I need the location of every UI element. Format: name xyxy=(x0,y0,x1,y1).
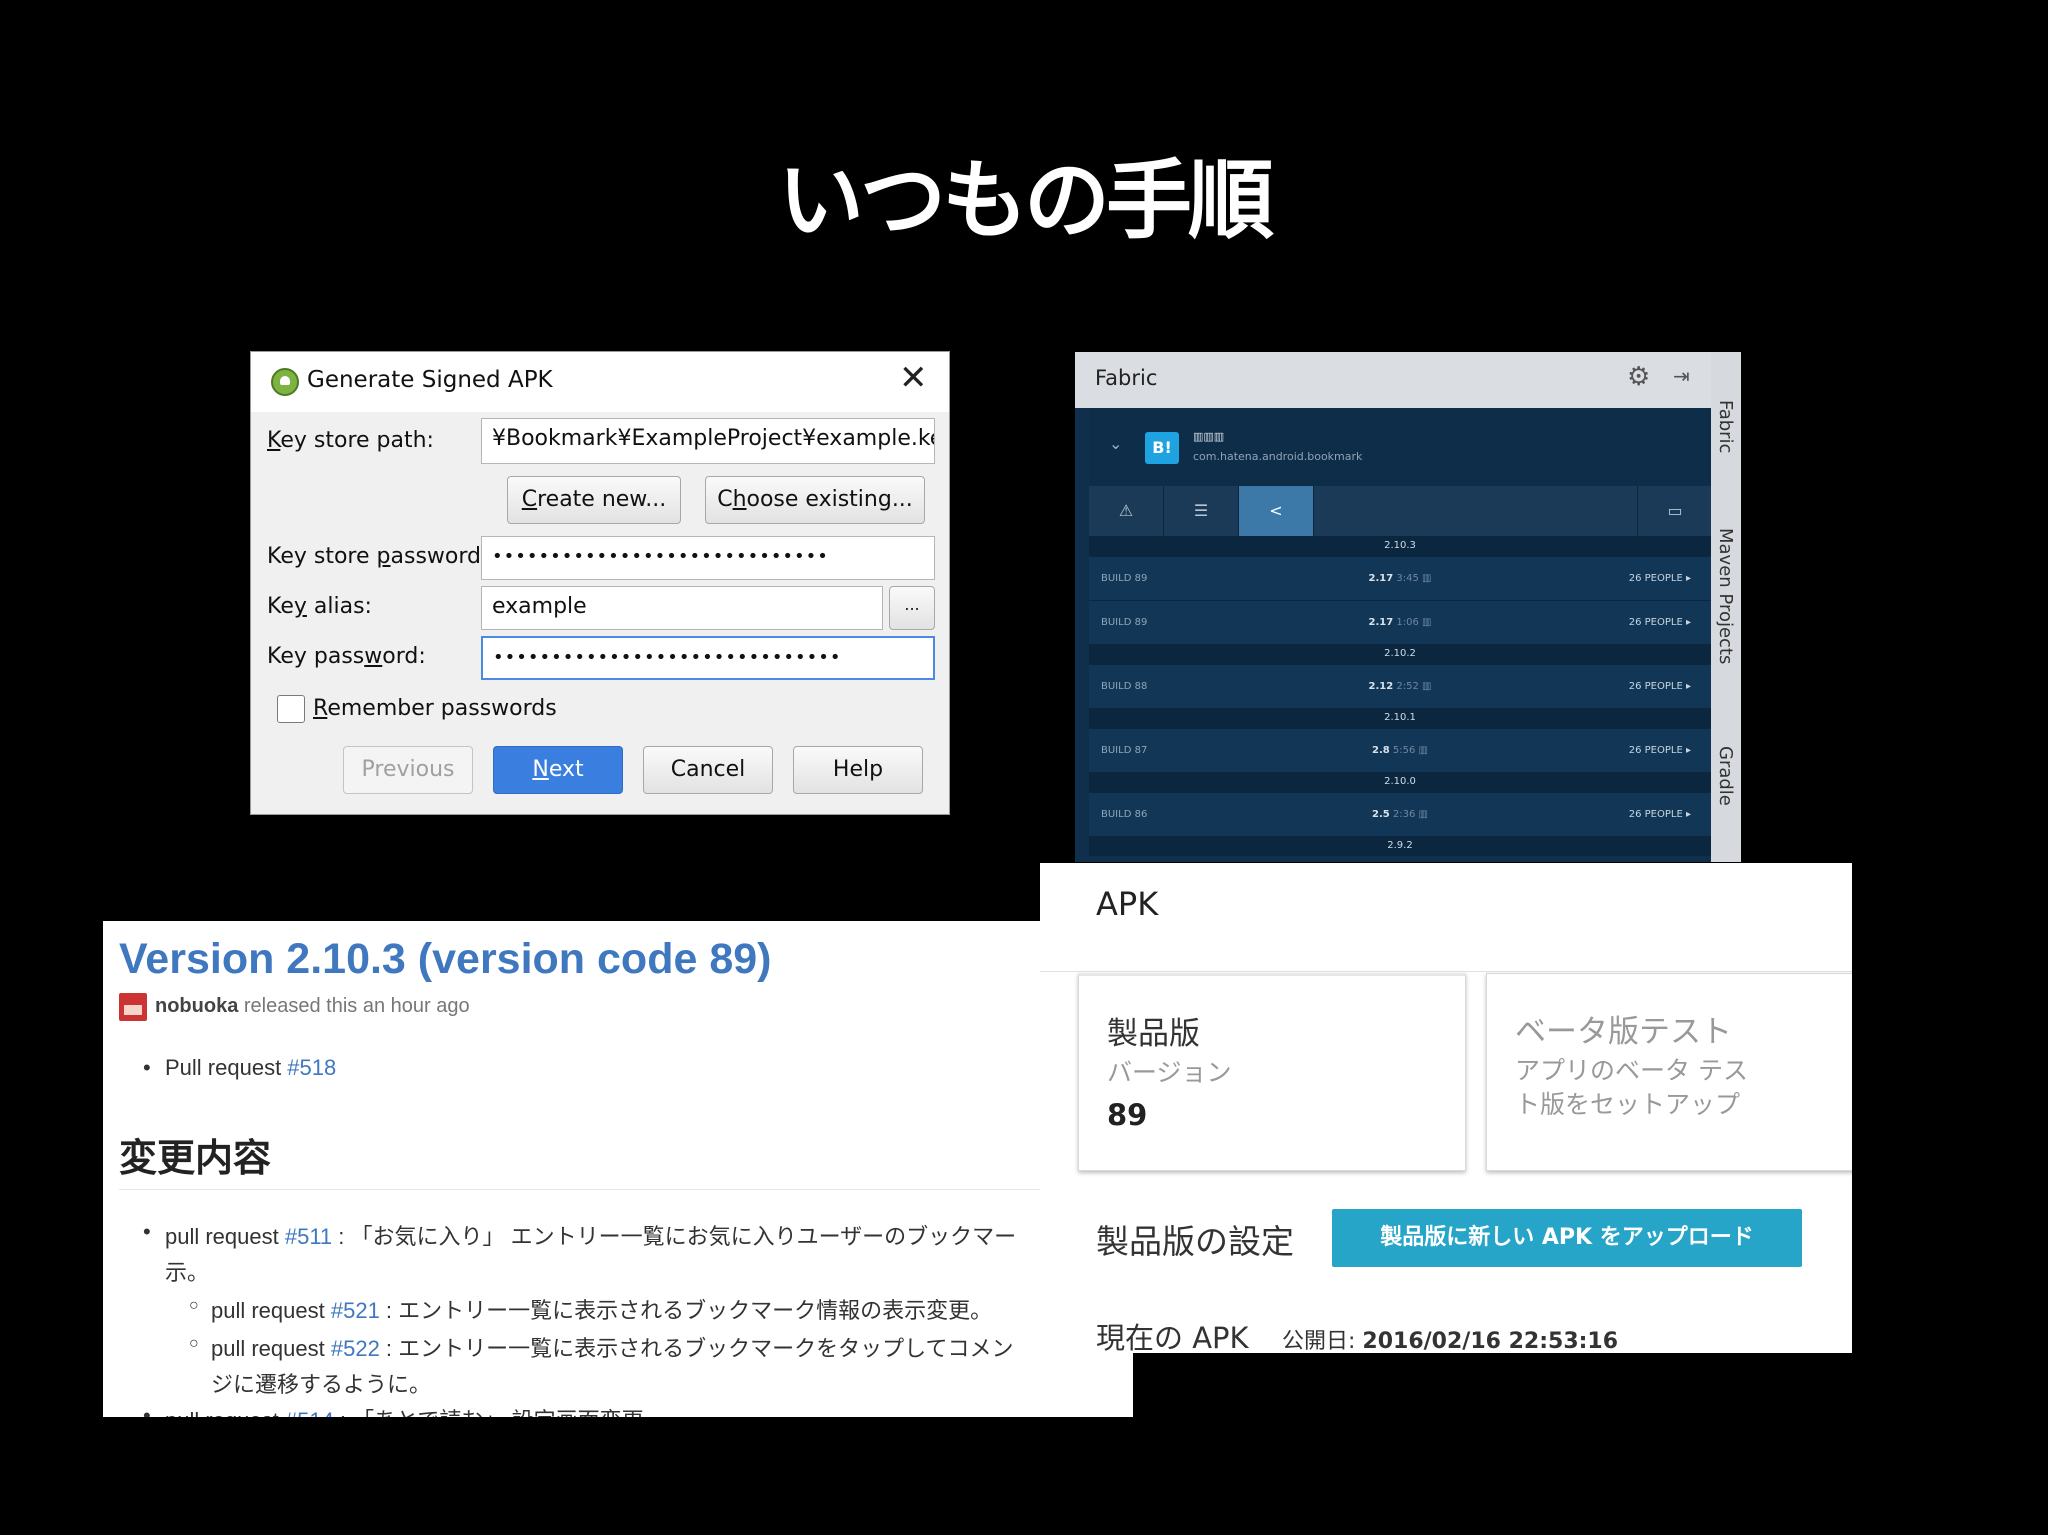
version-section-header: 2.9.2 xyxy=(1089,836,1711,856)
warning-icon[interactable]: ⚠ xyxy=(1089,486,1164,536)
dialog-title: Generate Signed APK xyxy=(307,367,553,393)
fabric-app-row[interactable]: ⌄ B! ▥▥▥ com.hatena.android.bookmark xyxy=(1089,408,1711,486)
production-settings-title: 製品版の設定 xyxy=(1096,1222,1294,1261)
sidebar-tab-fabric[interactable]: Fabric xyxy=(1715,400,1736,453)
key-alias-label: Key alias: xyxy=(267,594,372,619)
pr-link[interactable]: #521 xyxy=(331,1298,380,1323)
beta-test-card[interactable]: ベータ版テスト アプリのベータ テス ト版をセットアップ xyxy=(1486,973,1852,1171)
upload-apk-button[interactable]: 製品版に新しい APK をアップロード xyxy=(1332,1209,1802,1267)
list-item: pull request #521 : エントリー一覧に表示されるブックマーク情… xyxy=(211,1298,993,1323)
dialog-titlebar: Generate Signed APK ✕ xyxy=(251,352,949,412)
apk-section-title: APK xyxy=(1096,885,1159,923)
hide-panel-icon[interactable]: ⇥ xyxy=(1673,364,1690,388)
generate-signed-apk-dialog: Generate Signed APK ✕ Key store path: ¥B… xyxy=(250,351,950,815)
avatar[interactable] xyxy=(119,993,147,1021)
key-password-field[interactable]: •••••••••••••••••••••••••••••• xyxy=(481,636,935,680)
sub-bullet: ○ xyxy=(189,1335,199,1352)
build-row[interactable]: BUILD 89 2.17 3:45 ▥ 26 PEOPLE ▸ xyxy=(1089,556,1711,601)
pr-link[interactable]: #522 xyxy=(331,1336,380,1361)
bullet: • xyxy=(143,1055,151,1080)
build-row[interactable]: BUILD 88 2.12 2:52 ▥ 26 PEOPLE ▸ xyxy=(1089,664,1711,709)
bullet: • xyxy=(143,1403,151,1417)
fabric-panel: Fabric ⚙ ⇥ Fabric Maven Projects Gradle … xyxy=(1075,352,1741,862)
browse-alias-button[interactable]: ... xyxy=(889,586,935,630)
list-item: pull request #511 : 「お気に入り」 エントリー一覧にお気に入… xyxy=(165,1224,1017,1249)
fabric-header: Fabric ⚙ ⇥ xyxy=(1075,352,1711,408)
gear-icon[interactable]: ⚙ xyxy=(1627,362,1650,392)
production-version-label: バージョン xyxy=(1107,1058,1232,1087)
sidebar-tab-gradle[interactable]: Gradle xyxy=(1715,746,1736,806)
previous-button[interactable]: Previous xyxy=(343,746,473,794)
divider xyxy=(1040,971,1852,972)
pr-link[interactable]: #511 xyxy=(285,1224,332,1249)
tool-window-sidebar: Fabric Maven Projects Gradle xyxy=(1711,352,1741,862)
list-item: Pull request #518 xyxy=(165,1055,337,1080)
play-console-apk-panel: APK 製品版 バージョン 89 ベータ版テスト アプリのベータ テス ト版をセ… xyxy=(1040,863,1852,1353)
sidebar-tab-maven-projects[interactable]: Maven Projects xyxy=(1715,528,1736,664)
app-name: ▥▥▥ xyxy=(1193,430,1225,443)
cancel-button[interactable]: Cancel xyxy=(643,746,773,794)
build-row[interactable]: BUILD 87 2.8 5:56 ▥ 26 PEOPLE ▸ xyxy=(1089,728,1711,773)
beta-description-line1: アプリのベータ テス xyxy=(1515,1056,1748,1085)
fabric-build-list: 2.10.3 BUILD 89 2.17 3:45 ▥ 26 PEOPLE ▸ BU… xyxy=(1089,536,1711,862)
changes-heading: 変更内容 xyxy=(119,1136,272,1180)
key-alias-field[interactable]: example xyxy=(481,586,883,630)
current-apk-label: 現在の APK xyxy=(1096,1321,1249,1353)
key-store-path-field[interactable]: ¥Bookmark¥ExampleProject¥example.key xyxy=(481,418,935,464)
chevron-down-icon[interactable]: ⌄ xyxy=(1109,434,1122,453)
key-store-password-label: Key store password: xyxy=(267,544,489,569)
production-title: 製品版 xyxy=(1107,1016,1200,1052)
list-item-continuation: 示。 xyxy=(165,1260,210,1285)
device-icon[interactable]: ▭ xyxy=(1637,486,1712,536)
production-version-number: 89 xyxy=(1107,1098,1148,1132)
list-item: pull request #522 : エントリー一覧に表示されるブックマークを… xyxy=(211,1336,1014,1361)
list-item: pull request #514 : 「あとで読む」 設定画面変更 xyxy=(165,1403,644,1417)
choose-existing-button[interactable]: Choose existing... xyxy=(705,476,925,524)
production-card[interactable]: 製品版 バージョン 89 xyxy=(1078,973,1466,1171)
android-studio-icon xyxy=(271,368,299,396)
close-icon[interactable]: ✕ xyxy=(899,358,928,398)
help-button[interactable]: Help xyxy=(793,746,923,794)
list-icon[interactable]: ☰ xyxy=(1164,486,1239,536)
version-section-header: 2.10.2 xyxy=(1089,644,1711,664)
fabric-panel-title: Fabric xyxy=(1095,366,1158,390)
slide-title: いつもの手順 xyxy=(778,151,1274,251)
version-section-header: 2.10.0 xyxy=(1089,772,1711,792)
remember-passwords-label: Remember passwords xyxy=(313,696,557,721)
key-store-path-label: Key store path: xyxy=(267,428,434,453)
beta-description-line2: ト版をセットアップ xyxy=(1515,1090,1741,1119)
next-button[interactable]: Next xyxy=(493,746,623,794)
published-date: 公開日: 2016/02/16 22:53:16 xyxy=(1282,1329,1619,1353)
create-new-button[interactable]: Create new... xyxy=(507,476,681,524)
sub-bullet: ○ xyxy=(189,1297,199,1314)
remember-passwords-checkbox[interactable] xyxy=(277,695,305,723)
divider xyxy=(119,1189,1119,1190)
pr-link[interactable]: #518 xyxy=(287,1055,336,1080)
pr-link[interactable]: #514 xyxy=(285,1408,334,1417)
list-item-continuation: ジに遷移するように。 xyxy=(211,1372,432,1397)
fabric-tabs: ⚠ ☰ < ▭ xyxy=(1089,486,1711,536)
version-section-header: 2.10.1 xyxy=(1089,708,1711,728)
version-section-header: 2.10.3 xyxy=(1089,536,1711,556)
share-icon[interactable]: < xyxy=(1239,486,1314,536)
app-id: com.hatena.android.bookmark xyxy=(1193,450,1363,463)
release-title-link[interactable]: Version 2.10.3 (version code 89) xyxy=(119,935,771,984)
key-store-password-field[interactable]: ••••••••••••••••••••••••••••• xyxy=(481,536,935,580)
bullet: • xyxy=(143,1219,151,1244)
app-badge-icon: B! xyxy=(1145,432,1179,464)
release-meta: nobuoka released this an hour ago xyxy=(155,995,470,1017)
build-row[interactable]: BUILD 89 2.17 1:06 ▥ 26 PEOPLE ▸ xyxy=(1089,600,1711,645)
author-link[interactable]: nobuoka xyxy=(155,995,238,1017)
build-row[interactable]: BUILD 86 2.5 2:36 ▥ 26 PEOPLE ▸ xyxy=(1089,792,1711,837)
github-release-panel: Version 2.10.3 (version code 89) nobuoka… xyxy=(103,921,1133,1417)
beta-title: ベータ版テスト xyxy=(1515,1014,1732,1050)
key-password-label: Key password: xyxy=(267,644,426,669)
